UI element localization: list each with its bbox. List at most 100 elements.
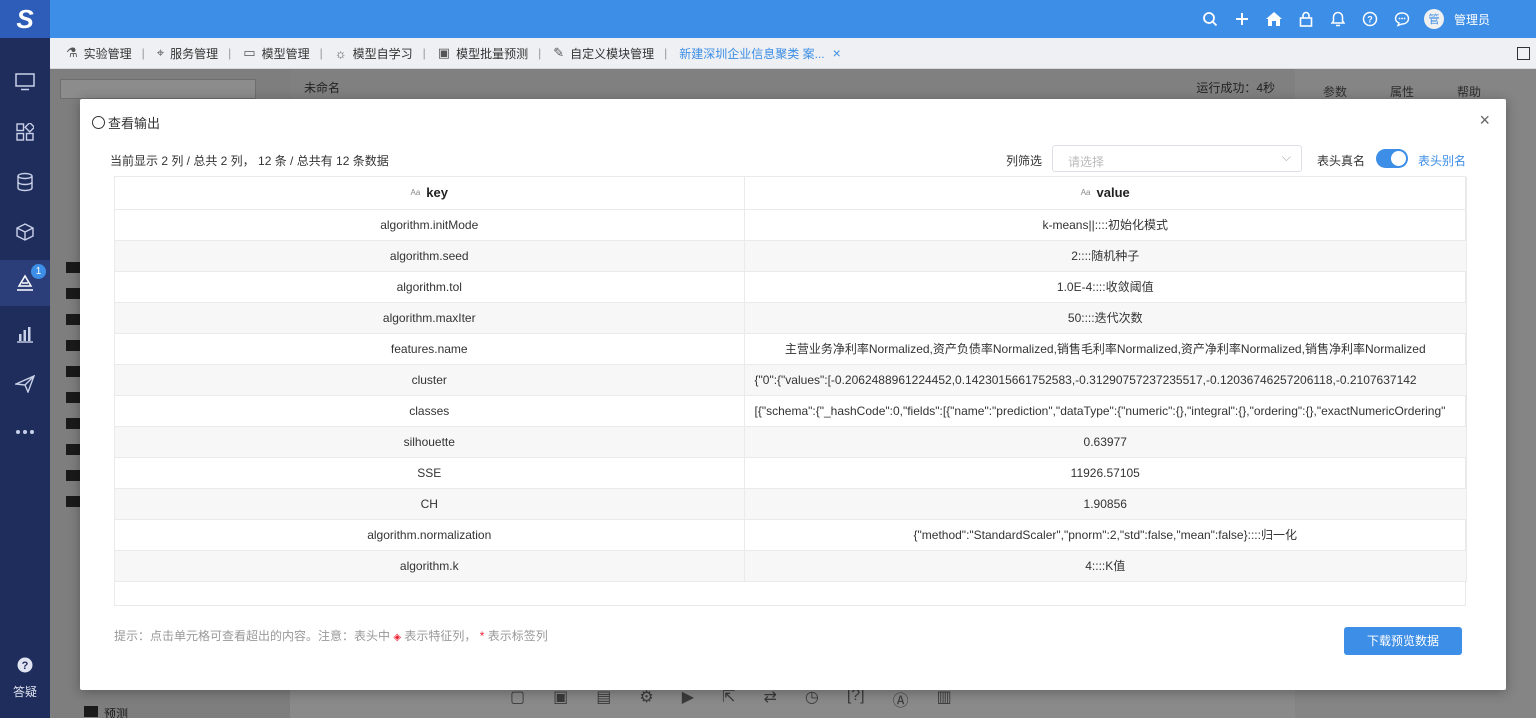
table-header-row: Aa key Aa value <box>115 177 1467 210</box>
timer-icon <box>92 116 105 129</box>
key-cell[interactable]: CH <box>115 488 745 520</box>
key-cell[interactable]: cluster <box>115 364 745 396</box>
value-cell[interactable]: 2::::随机种子 <box>744 240 1467 272</box>
tab-model[interactable]: ▭ 模型管理 | <box>243 45 322 62</box>
value-cell[interactable]: [{"schema":{"_hashCode":0,"fields":[{"na… <box>744 395 1467 427</box>
table-row: algorithm.tol 1.0E-4::::收敛阈值 <box>115 271 1467 303</box>
flask-icon: ⚗ <box>66 45 78 60</box>
value-cell[interactable]: 11926.57105 <box>744 457 1467 489</box>
tab-label: 模型管理 <box>261 46 310 61</box>
tab-params: 参数 <box>1323 85 1348 99</box>
value-cell[interactable]: 4::::K值 <box>744 550 1467 582</box>
bracket-icon: [?] <box>846 687 865 704</box>
avatar[interactable]: 管 <box>1423 9 1444 29</box>
doc-icon: ▥ <box>936 689 952 706</box>
tip-main: 提示：点击单元格可查看超出的内容。注意：表头中 <box>114 629 391 643</box>
tab-separator: | <box>538 46 542 60</box>
tab-self-learning[interactable]: ☼ 模型自学习 | <box>335 45 426 62</box>
table-row: algorithm.initMode k-means||::::初始化模式 <box>115 209 1467 241</box>
modeling-icon[interactable]: 1 <box>0 260 50 306</box>
database-icon[interactable] <box>0 162 50 202</box>
value-cell[interactable]: 主营业务净利率Normalized,资产负债率Normalized,销售毛利率N… <box>744 333 1467 365</box>
folder-icon <box>84 706 98 717</box>
column-filter-select[interactable]: 请选择 ⌵ <box>1052 145 1302 172</box>
tab-label: 实验管理 <box>83 46 132 61</box>
window-toggle-icon[interactable] <box>1517 47 1530 60</box>
close-icon[interactable]: × <box>1479 110 1490 131</box>
key-cell[interactable]: algorithm.seed <box>115 240 745 272</box>
key-cell[interactable]: algorithm.tol <box>115 271 745 303</box>
key-cell[interactable]: features.name <box>115 333 745 365</box>
qa-button[interactable]: ? 答疑 <box>0 656 50 700</box>
folder-icon <box>66 392 80 403</box>
value-cell[interactable]: 1.0E-4::::收敛阈值 <box>744 271 1467 303</box>
folder-icon <box>66 418 80 429</box>
header-real-name-label: 表头真名 <box>1317 154 1366 168</box>
run-status: 运行成功：4秒 <box>1196 81 1275 95</box>
dialog-title: 查看输出 <box>92 113 160 132</box>
lock-icon[interactable] <box>1290 0 1322 38</box>
value-cell[interactable]: 1.90856 <box>744 488 1467 520</box>
help-icon[interactable]: ? <box>1354 0 1386 38</box>
send-icon[interactable] <box>0 364 50 404</box>
export-icon: ⇱ <box>722 689 736 706</box>
value-cell[interactable]: 0.63977 <box>744 426 1467 458</box>
tab-custom-module[interactable]: ✎ 自定义模块管理 | <box>553 45 667 62</box>
header-alias-label[interactable]: 表头别名 <box>1418 152 1466 169</box>
search-icon[interactable] <box>1194 0 1226 38</box>
cube-icon[interactable] <box>0 212 50 252</box>
tab-service[interactable]: ⌖ 服务管理 | <box>157 45 231 62</box>
key-cell[interactable]: classes <box>115 395 745 427</box>
tab-experiment[interactable]: ⚗ 实验管理 | <box>66 45 145 62</box>
folder-icon <box>66 288 80 299</box>
tab-clustering-case[interactable]: 新建深圳企业信息聚类 案... × <box>679 45 841 62</box>
key-cell[interactable]: algorithm.k <box>115 550 745 582</box>
download-preview-button[interactable]: 下载预览数据 <box>1344 627 1462 655</box>
tab-label: 模型批量预测 <box>456 46 529 61</box>
folder-icon <box>66 470 80 481</box>
app-logo[interactable]: S <box>0 0 50 38</box>
tab-label: 服务管理 <box>170 46 219 61</box>
close-tab-icon[interactable]: × <box>833 45 841 61</box>
table-row: algorithm.seed 2::::随机种子 <box>115 240 1467 272</box>
table-row: silhouette 0.63977 <box>115 426 1467 458</box>
label-star-icon: * <box>479 629 485 643</box>
header-name-toggle[interactable] <box>1376 149 1408 168</box>
key-cell[interactable]: algorithm.normalization <box>115 519 745 551</box>
monitor-icon[interactable] <box>0 62 50 102</box>
table-row: algorithm.maxIter 50::::迭代次数 <box>115 302 1467 334</box>
key-cell[interactable]: algorithm.maxIter <box>115 302 745 334</box>
top-toolbar: ? 管 管理员 <box>1194 0 1536 38</box>
folder-icon <box>66 496 80 507</box>
tab-separator: | <box>422 46 426 60</box>
tab-batch-predict[interactable]: ▣ 模型批量预测 | <box>438 45 541 62</box>
bell-icon[interactable] <box>1322 0 1354 38</box>
tab-separator: | <box>228 46 232 60</box>
experiment-name: 未命名 <box>304 81 341 95</box>
svg-text:?: ? <box>1367 15 1373 25</box>
output-table: Aa key Aa value algorithm.initMode k-means|… <box>114 176 1467 606</box>
save-as-icon: ▤ <box>596 689 612 706</box>
chart-icon[interactable] <box>0 314 50 354</box>
more-icon[interactable] <box>0 412 50 452</box>
value-cell[interactable]: 50::::迭代次数 <box>744 302 1467 334</box>
value-cell[interactable]: {"0":{"values":[-0.2062488961224452,0.14… <box>744 364 1467 396</box>
column-header-key[interactable]: Aa key <box>115 177 745 210</box>
key-cell[interactable]: algorithm.initMode <box>115 209 745 241</box>
key-cell[interactable]: silhouette <box>115 426 745 458</box>
settings-icon: ⚙ <box>639 689 654 706</box>
value-cell[interactable]: {"method":"StandardScaler","pnorm":2,"st… <box>744 519 1467 551</box>
schedule-icon: ◷ <box>804 689 819 706</box>
plus-icon[interactable] <box>1226 0 1258 38</box>
user-name[interactable]: 管理员 <box>1454 11 1490 28</box>
chat-icon[interactable] <box>1386 0 1418 38</box>
dialog-title-text: 查看输出 <box>108 116 161 131</box>
column-header-value[interactable]: Aa value <box>744 177 1467 210</box>
apps-icon[interactable] <box>0 112 50 152</box>
tree-search-input <box>60 79 256 99</box>
tip-text: 提示：点击单元格可查看超出的内容。注意：表头中 ◈ 表示特征列， * 表示标签列 <box>114 627 548 644</box>
key-cell[interactable]: SSE <box>115 457 745 489</box>
value-cell[interactable]: k-means||::::初始化模式 <box>744 209 1467 241</box>
home-icon[interactable] <box>1258 0 1290 38</box>
notification-badge: 1 <box>31 264 46 279</box>
